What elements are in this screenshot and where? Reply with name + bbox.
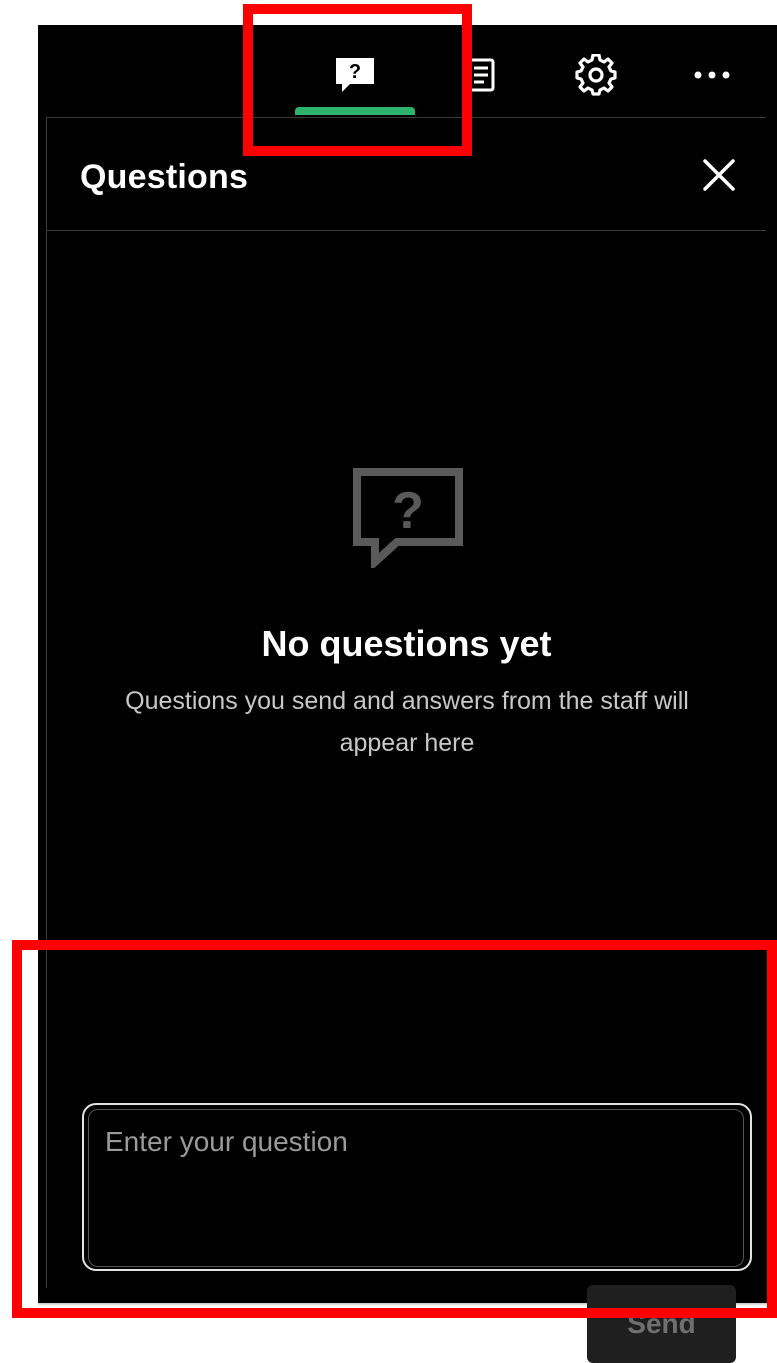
question-bubble-icon: ? — [336, 58, 374, 92]
questions-tab-button[interactable]: ? — [323, 45, 387, 105]
question-input[interactable] — [88, 1109, 744, 1267]
notes-icon — [462, 58, 495, 92]
questions-window: ? Questions ? No questions yet Questions… — [38, 25, 777, 1363]
more-options-button[interactable] — [680, 45, 744, 105]
toolbar: ? — [38, 25, 777, 117]
send-button[interactable]: Send — [587, 1285, 736, 1363]
more-icon — [694, 71, 730, 79]
empty-state-title: No questions yet — [261, 623, 552, 664]
questions-panel: Questions ? No questions yet Questions y… — [46, 117, 766, 1363]
svg-text:?: ? — [349, 61, 361, 83]
svg-text:?: ? — [392, 482, 424, 540]
close-button[interactable] — [697, 153, 741, 197]
gear-icon — [575, 54, 617, 96]
question-bubble-icon: ? — [353, 468, 463, 568]
panel-title: Questions — [80, 158, 249, 196]
settings-button[interactable] — [564, 45, 628, 105]
notes-tab-button[interactable] — [448, 45, 512, 105]
question-input-container — [82, 1103, 752, 1271]
send-hint: Your question will be sent to staff — [80, 1311, 401, 1336]
panel-header: Questions — [47, 118, 766, 231]
active-tab-indicator — [295, 107, 415, 115]
close-icon — [703, 159, 735, 191]
empty-state-description: Questions you send and answers from the … — [125, 687, 689, 757]
